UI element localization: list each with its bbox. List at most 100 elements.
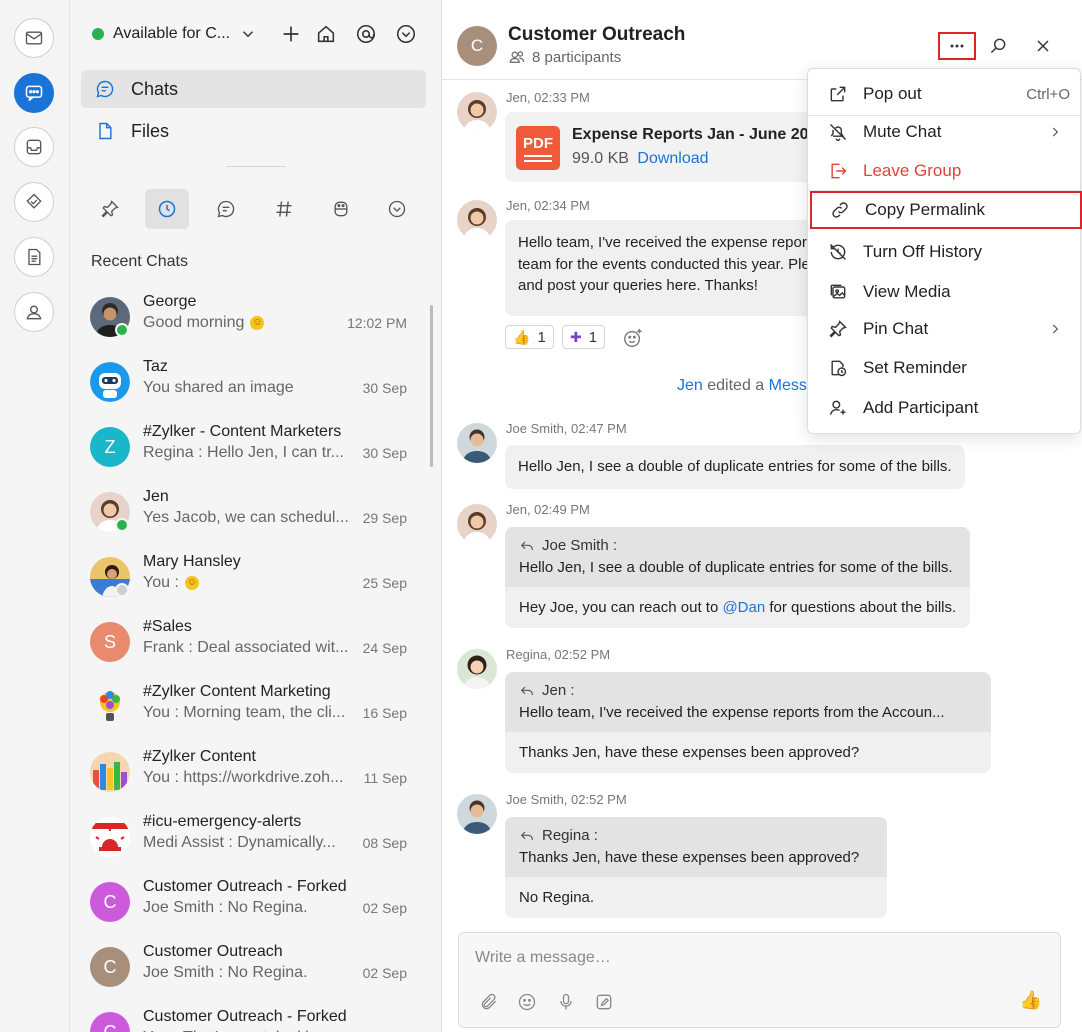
chat-name: #icu-emergency-alerts bbox=[143, 813, 302, 830]
chat-time: 02 Sep bbox=[362, 965, 407, 981]
channel-icon bbox=[276, 201, 292, 217]
search-button[interactable] bbox=[979, 32, 1017, 60]
scrollbar[interactable] bbox=[430, 305, 433, 467]
chat-time: 25 Sep bbox=[362, 575, 407, 591]
avatar: Z bbox=[90, 427, 130, 467]
avatar[interactable] bbox=[457, 200, 497, 240]
pdf-icon-label: PDF bbox=[523, 134, 553, 152]
chat-list-item[interactable]: C Customer Outreach Joe Smith : No Regina.… bbox=[70, 935, 430, 1000]
avatar[interactable] bbox=[457, 794, 497, 834]
composer-placeholder[interactable]: Write a message… bbox=[475, 949, 611, 967]
menu-set-reminder[interactable]: Set Reminder bbox=[808, 349, 1082, 387]
nav-chats[interactable]: Chats bbox=[81, 70, 426, 108]
more-options-icon[interactable] bbox=[394, 22, 418, 46]
menu-turn-off-history[interactable]: Turn Off History bbox=[808, 233, 1082, 271]
file-name: Expense Reports Jan - June 2023 bbox=[572, 126, 827, 143]
avatar bbox=[90, 752, 130, 792]
inbox-icon[interactable] bbox=[14, 127, 54, 167]
message-bubble[interactable]: Jen : Hello team, I've received the expe… bbox=[505, 672, 991, 773]
mail-icon[interactable] bbox=[14, 18, 54, 58]
chat-list-item[interactable]: Mary Hansley You : ☺ 25 Sep bbox=[70, 545, 430, 610]
menu-view-media[interactable]: View Media bbox=[808, 273, 1082, 311]
chat-preview: Frank : Deal associated wit... bbox=[143, 639, 349, 656]
menu-mute-chat[interactable]: Mute Chat bbox=[808, 113, 1082, 151]
menu-copy-permalink[interactable]: Copy Permalink bbox=[810, 191, 1082, 229]
more-icon bbox=[388, 200, 406, 218]
chat-preview: You : Morning team, the cli... bbox=[143, 704, 346, 721]
message-bubble[interactable]: Hello Jen, I see a double of duplicate e… bbox=[505, 445, 965, 489]
recent-chats-heading: Recent Chats bbox=[91, 253, 188, 270]
add-icon[interactable] bbox=[279, 22, 303, 46]
chat-list-item[interactable]: #icu-emergency-alerts Medi Assist : Dynam… bbox=[70, 805, 430, 870]
file-icon bbox=[99, 122, 112, 140]
message-bubble[interactable]: Joe Smith : Hello Jen, I see a double of… bbox=[505, 527, 971, 628]
menu-pop-out[interactable]: Pop out Ctrl+O bbox=[808, 75, 1082, 113]
file-attachment[interactable]: PDF Expense Reports Jan - June 2023 99.0… bbox=[505, 112, 845, 182]
menu-pin-chat[interactable]: Pin Chat bbox=[808, 310, 1082, 348]
quoted-reply[interactable]: Jen : Hello team, I've received the expe… bbox=[505, 672, 991, 732]
message-bubble[interactable]: Hello team, I've received the expense re… bbox=[505, 220, 845, 316]
chat-list-item[interactable]: Taz You shared an image 30 Sep bbox=[70, 350, 430, 415]
avatar[interactable] bbox=[457, 649, 497, 689]
chat-list-item[interactable]: #Zylker Content Marketing You : Morning t… bbox=[70, 675, 430, 740]
mentions-icon[interactable] bbox=[354, 22, 378, 46]
mention-link[interactable]: @Dan bbox=[722, 599, 765, 616]
avatar[interactable] bbox=[457, 423, 497, 463]
tab-more[interactable] bbox=[375, 189, 419, 229]
chat-name: George bbox=[143, 293, 197, 310]
reply-body: No Regina. bbox=[505, 877, 887, 919]
contacts-icon[interactable] bbox=[14, 292, 54, 332]
sketch-icon[interactable] bbox=[593, 991, 615, 1013]
chat-list-item[interactable]: S #Sales Frank : Deal associated wit... 24 … bbox=[70, 610, 430, 675]
menu-leave-group[interactable]: Leave Group bbox=[808, 152, 1082, 190]
pin-icon bbox=[829, 320, 847, 338]
download-link[interactable]: Download bbox=[637, 150, 708, 167]
app-rail bbox=[0, 0, 70, 1032]
avatar[interactable] bbox=[457, 504, 497, 544]
reaction-plus[interactable]: ✚ 1 bbox=[562, 325, 606, 349]
attach-icon[interactable] bbox=[478, 991, 500, 1013]
chat-list-item[interactable]: CCustomer Outreach - ForkedYou : That's … bbox=[70, 1000, 430, 1032]
chat-list-item[interactable]: George Good morning ☺ 12:02 PM bbox=[70, 285, 430, 350]
chat-list-item[interactable]: C Customer Outreach - Forked Joe Smith : N… bbox=[70, 870, 430, 935]
notes-icon[interactable] bbox=[14, 237, 54, 277]
chat-list-item[interactable]: Jen Yes Jacob, we can schedul... 29 Sep bbox=[70, 480, 430, 545]
more-options-button[interactable] bbox=[938, 32, 976, 60]
message-composer[interactable]: Write a message… 👍 bbox=[458, 932, 1061, 1028]
tab-pinned[interactable] bbox=[88, 189, 132, 229]
avatar[interactable] bbox=[457, 92, 497, 132]
quoted-reply[interactable]: Joe Smith : Hello Jen, I see a double of… bbox=[505, 527, 971, 587]
tasks-icon[interactable] bbox=[14, 182, 54, 222]
tab-chats[interactable] bbox=[204, 189, 248, 229]
tab-recent[interactable] bbox=[145, 189, 189, 229]
message-text: Hey Joe, you can reach out to bbox=[519, 598, 723, 616]
emoji-icon[interactable] bbox=[516, 991, 538, 1013]
tab-channels[interactable] bbox=[262, 189, 306, 229]
chat-list-item[interactable]: #Zylker Content You : https://workdrive.z… bbox=[70, 740, 430, 805]
chat-preview: Joe Smith : No Regina. bbox=[143, 964, 308, 981]
reply-icon bbox=[520, 541, 533, 550]
home-icon[interactable] bbox=[314, 22, 338, 46]
chat-list-item[interactable]: Z #Zylker - Content Marketers Regina : Hel… bbox=[70, 415, 430, 480]
reaction-thumbs-up[interactable]: 👍 1 bbox=[505, 325, 554, 349]
user-link[interactable]: Jen bbox=[677, 377, 703, 394]
microphone-icon[interactable] bbox=[555, 991, 577, 1013]
chat-options-menu: Pop out Ctrl+O Mute Chat Leave Group Cop… bbox=[807, 68, 1082, 434]
add-reaction-icon[interactable] bbox=[622, 327, 644, 349]
nav-files[interactable]: Files bbox=[81, 112, 426, 150]
status-selector[interactable]: Available for C... bbox=[92, 18, 257, 50]
message-bubble[interactable]: Regina : Thanks Jen, have these expenses… bbox=[505, 817, 887, 918]
chat-time: 30 Sep bbox=[362, 380, 407, 396]
chat-title[interactable]: Customer Outreach bbox=[508, 24, 685, 46]
reply-icon bbox=[520, 831, 533, 840]
avatar[interactable]: C bbox=[457, 26, 497, 66]
pdf-icon: PDF bbox=[516, 126, 560, 170]
chat-icon[interactable] bbox=[14, 73, 54, 113]
thumbs-up-icon[interactable]: 👍 bbox=[1020, 989, 1042, 1011]
participants-link[interactable]: 8 participants bbox=[508, 48, 621, 66]
menu-add-participant[interactable]: Add Participant bbox=[808, 389, 1082, 427]
quoted-reply[interactable]: Regina : Thanks Jen, have these expenses… bbox=[505, 817, 887, 877]
tab-bots[interactable] bbox=[319, 189, 363, 229]
status-text: Available for C... bbox=[113, 25, 231, 42]
close-button[interactable] bbox=[1024, 32, 1062, 60]
